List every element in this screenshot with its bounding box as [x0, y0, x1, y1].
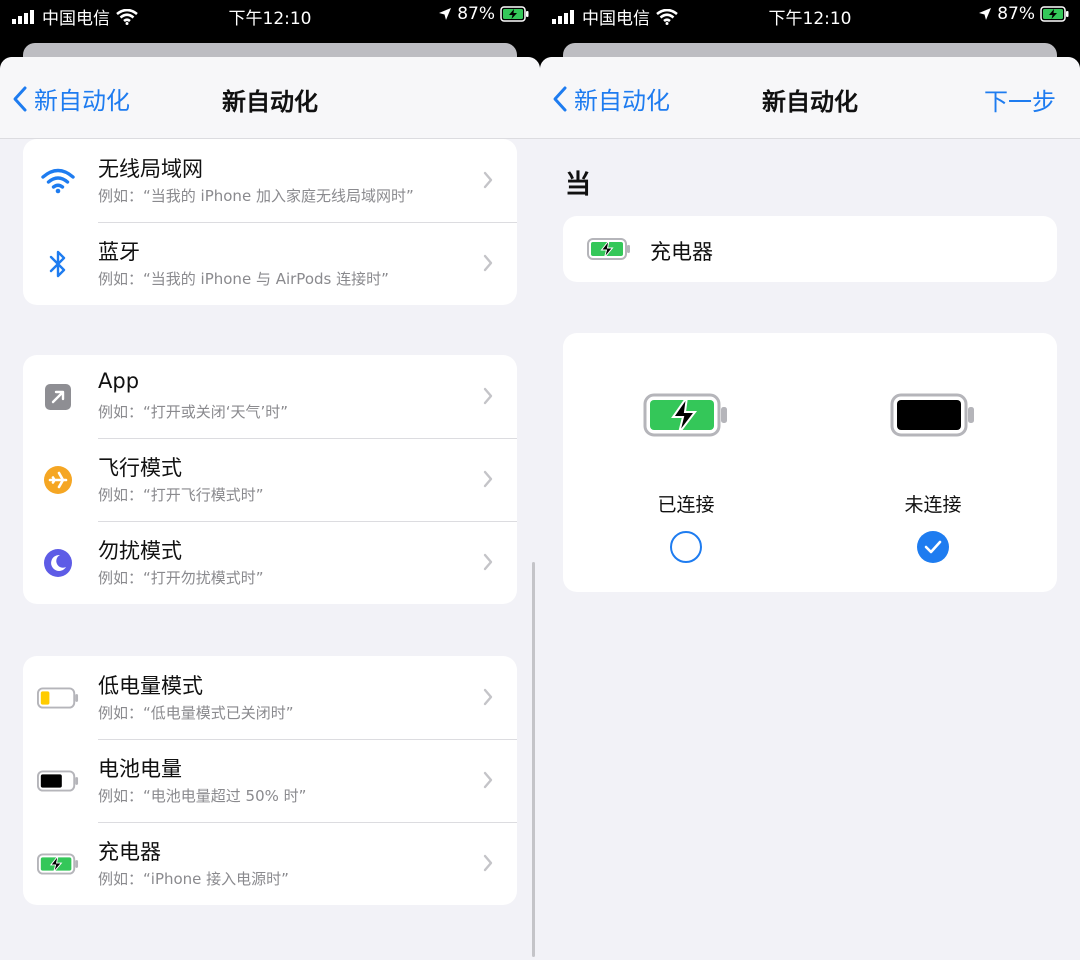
nav-bar: 新自动化 新自动化	[0, 57, 540, 139]
battery-icon	[890, 393, 974, 437]
location-icon	[979, 8, 992, 20]
list-item-charger[interactable]: 充电器 例如：“iPhone 接入电源时”	[23, 822, 517, 905]
item-subtitle: 例如：“当我的 iPhone 与 AirPods 连接时”	[98, 270, 389, 288]
item-subtitle: 例如：“打开勿扰模式时”	[98, 569, 264, 587]
status-bar: 中国电信 下午12:10 87%	[0, 0, 540, 30]
app-modes-group: App 例如：“打开或关闭‘天气’时” 飞行模式 例如：“打开飞行模式时” 勿扰…	[23, 355, 517, 604]
item-title: 充电器	[98, 840, 161, 864]
chevron-right-icon	[483, 553, 493, 571]
right-screen: 中国电信 下午12:10 87% 新自动化 新自动化 下一步 当 充电器 已连接…	[540, 0, 1080, 960]
chevron-right-icon	[483, 171, 493, 189]
radio-selected[interactable]	[917, 531, 949, 563]
chevron-right-icon	[483, 470, 493, 488]
item-subtitle: 例如：“打开飞行模式时”	[98, 486, 264, 504]
radio-unselected[interactable]	[670, 531, 702, 563]
scrollbar[interactable]	[532, 562, 535, 957]
trigger-label: 充电器	[650, 240, 713, 264]
list-item-airplane-mode[interactable]: 飞行模式 例如：“打开飞行模式时”	[23, 438, 517, 521]
item-subtitle: 例如：“当我的 iPhone 加入家庭无线局域网时”	[98, 187, 414, 205]
list-item-wifi[interactable]: 无线局域网 例如：“当我的 iPhone 加入家庭无线局域网时”	[23, 139, 517, 222]
trigger-card: 充电器	[563, 216, 1057, 282]
trigger-list-sheet: 新自动化 新自动化 无线局域网 例如：“当我的 iPhone 加入家庭无线局域网…	[0, 57, 540, 960]
airplane-icon	[37, 463, 79, 497]
item-title: 无线局域网	[98, 157, 203, 181]
wifi-icon	[37, 164, 79, 198]
battery-group: 低电量模式 例如：“低电量模式已关闭时” 电池电量 例如：“电池电量超过 50%…	[23, 656, 517, 905]
list-item-bluetooth[interactable]: 蓝牙 例如：“当我的 iPhone 与 AirPods 连接时”	[23, 222, 517, 305]
location-icon	[439, 8, 452, 20]
item-subtitle: 例如：“打开或关闭‘天气’时”	[98, 403, 289, 421]
option-label: 未连接	[904, 494, 962, 516]
chevron-right-icon	[483, 387, 493, 405]
page-title: 新自动化	[222, 88, 318, 116]
item-title: 电池电量	[98, 757, 182, 781]
checkmark-icon	[924, 540, 942, 554]
list-item-app[interactable]: App 例如：“打开或关闭‘天气’时”	[23, 355, 517, 438]
network-group: 无线局域网 例如：“当我的 iPhone 加入家庭无线局域网时” 蓝牙 例如：“…	[23, 139, 517, 305]
list-item-battery-level[interactable]: 电池电量 例如：“电池电量超过 50% 时”	[23, 739, 517, 822]
status-bar: 中国电信 下午12:10 87%	[540, 0, 1080, 30]
option-label: 已连接	[657, 494, 715, 516]
charging-battery-icon	[587, 238, 630, 260]
charging-status-icon	[500, 6, 529, 22]
connection-options-card: 已连接 未连接	[563, 333, 1057, 592]
item-subtitle: 例如：“低电量模式已关闭时”	[98, 704, 294, 722]
chevron-right-icon	[483, 854, 493, 872]
item-title: App	[98, 369, 140, 393]
status-right: 87%	[438, 4, 530, 24]
charging-battery-icon	[643, 393, 727, 437]
battery-icon	[37, 764, 79, 798]
list-item-low-power-mode[interactable]: 低电量模式 例如：“低电量模式已关闭时”	[23, 656, 517, 739]
item-title: 低电量模式	[98, 674, 203, 698]
list-item-do-not-disturb[interactable]: 勿扰模式 例如：“打开勿扰模式时”	[23, 521, 517, 604]
nav-bar: 新自动化 新自动化 下一步	[540, 57, 1080, 139]
app-icon	[37, 380, 79, 414]
left-screen: 中国电信 下午12:10 87% 新自动化 新自动化 无线局域网 例如：“当我的…	[0, 0, 540, 960]
battery-percent: 87%	[997, 4, 1035, 24]
item-title: 勿扰模式	[98, 539, 182, 563]
bluetooth-icon	[37, 247, 79, 281]
chevron-right-icon	[483, 254, 493, 272]
chevron-right-icon	[483, 771, 493, 789]
moon-icon	[37, 546, 79, 580]
chevron-right-icon	[483, 688, 493, 706]
charging-battery-icon	[37, 847, 79, 881]
item-title: 蓝牙	[98, 240, 140, 264]
item-subtitle: 例如：“iPhone 接入电源时”	[98, 870, 289, 888]
status-right: 87%	[978, 4, 1070, 24]
low-battery-icon	[37, 681, 79, 715]
charging-status-icon	[1040, 6, 1069, 22]
charger-config-sheet: 新自动化 新自动化 下一步 当 充电器 已连接 未连接	[540, 57, 1080, 960]
section-label: 当	[565, 170, 592, 200]
battery-percent: 87%	[457, 4, 495, 24]
item-title: 飞行模式	[98, 456, 182, 480]
item-subtitle: 例如：“电池电量超过 50% 时”	[98, 787, 307, 805]
next-button[interactable]: 下一步	[984, 82, 1056, 117]
